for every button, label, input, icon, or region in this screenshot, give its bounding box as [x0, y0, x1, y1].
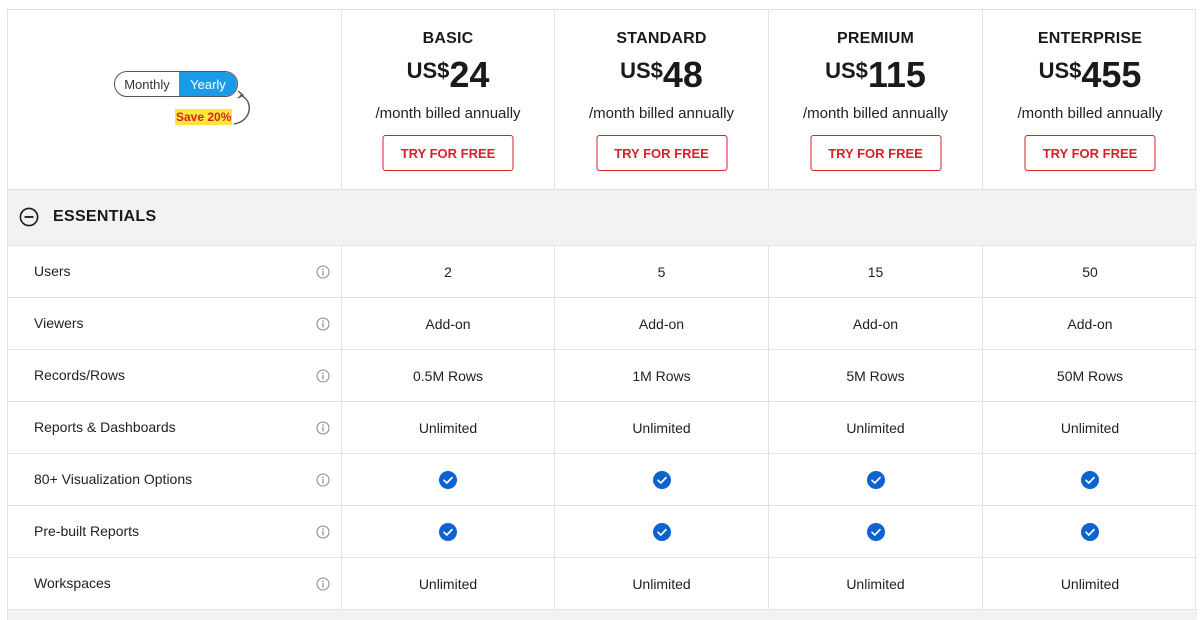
feature-label-cell: Pre-built Reports — [8, 506, 342, 558]
feature-value: Unlimited — [1060, 420, 1120, 436]
plan-standard: STANDARD US$ 48 /month billed annually T… — [555, 10, 769, 189]
info-icon[interactable] — [316, 369, 330, 388]
pricing-table: Monthly Yearly Save 20% BASIC US$ 24 /mo… — [7, 9, 1197, 620]
feature-row: Records/Rows 0.5M Rows 1M Rows 5M Rows 50M R… — [8, 350, 1197, 402]
pricing-header: Monthly Yearly Save 20% BASIC US$ 24 /mo… — [8, 10, 1197, 189]
plan-price: US$ 455 — [983, 54, 1197, 96]
feature-row: Users 2 5 15 50 — [8, 246, 1197, 298]
feature-label: Records/Rows — [34, 367, 126, 383]
feature-value: 2 — [342, 246, 555, 298]
feature-label: Workspaces — [34, 575, 111, 591]
feature-value: Add-on — [555, 298, 769, 350]
feature-label: Users — [34, 263, 71, 279]
feature-label-cell: Records/Rows — [8, 350, 342, 402]
feature-value: Unlimited — [555, 558, 769, 610]
check-circle-icon — [342, 506, 555, 558]
feature-label: Reports & Dashboards — [34, 419, 176, 435]
feature-label: 80+ Visualization Options — [34, 471, 193, 487]
check-circle-icon — [983, 506, 1197, 558]
toggle-yearly[interactable]: Yearly — [178, 72, 237, 96]
try-for-free-button[interactable]: TRY FOR FREE — [1024, 135, 1156, 171]
feature-label-cell: Reports & Dashboards — [8, 402, 342, 454]
plan-price: US$ 115 — [769, 54, 982, 96]
feature-value: 0.5M Rows — [342, 350, 555, 402]
check-circle-icon — [769, 506, 983, 558]
feature-value: 50M Rows — [1056, 368, 1124, 384]
feature-label-cell: Viewers — [8, 298, 342, 350]
feature-label: Pre-built Reports — [34, 523, 140, 539]
info-icon[interactable] — [316, 473, 330, 492]
feature-value: 50 — [1082, 264, 1098, 280]
plan-name: PREMIUM — [837, 30, 914, 47]
price-amount: 115 — [867, 54, 926, 95]
price-currency: US$ — [825, 58, 868, 83]
billing-toggle[interactable]: Monthly Yearly — [114, 71, 238, 97]
plan-price: US$ 24 — [342, 54, 554, 96]
feature-label-cell: Users — [8, 246, 342, 298]
section-essentials[interactable]: ESSENTIALS — [8, 189, 1197, 246]
plan-price: US$ 48 — [555, 54, 768, 96]
info-icon[interactable] — [316, 525, 330, 544]
curved-arrow-icon — [233, 90, 250, 125]
info-icon[interactable] — [316, 317, 330, 336]
feature-label-cell: Workspaces — [8, 558, 342, 610]
try-for-free-button[interactable]: TRY FOR FREE — [596, 135, 727, 171]
next-section-strip — [8, 610, 1197, 620]
billing-note: /month billed annually — [375, 105, 521, 122]
feature-row: Workspaces Unlimited Unlimited Unlimited Unl… — [8, 558, 1197, 610]
price-amount: 24 — [449, 54, 490, 95]
feature-label: Viewers — [34, 315, 84, 331]
billing-toggle-cell: Monthly Yearly Save 20% — [8, 10, 342, 189]
info-icon[interactable] — [316, 577, 330, 596]
feature-row: 80+ Visualization Options — [8, 454, 1197, 506]
check-circle-icon — [769, 454, 983, 506]
info-icon[interactable] — [316, 265, 330, 284]
feature-value: 5M Rows — [769, 350, 983, 402]
plan-name: BASIC — [422, 30, 474, 47]
check-circle-icon — [555, 454, 769, 506]
section-title: ESSENTIALS — [53, 208, 157, 225]
feature-value: Add-on — [1067, 316, 1113, 332]
check-circle-icon — [555, 506, 769, 558]
feature-row: Viewers Add-on Add-on Add-on Add-on — [8, 298, 1197, 350]
info-icon[interactable] — [316, 421, 330, 440]
plan-name: STANDARD — [616, 30, 707, 47]
plan-name: ENTERPRISE — [1037, 30, 1143, 47]
price-currency: US$ — [620, 58, 663, 83]
price-amount: 455 — [1081, 54, 1142, 95]
plan-basic: BASIC US$ 24 /month billed annually TRY … — [342, 10, 555, 189]
plan-enterprise: ENTERPRISE US$ 455 /month billed annuall… — [983, 10, 1197, 189]
feature-value: 5 — [555, 246, 769, 298]
save-badge: Save 20% — [175, 109, 233, 125]
billing-note: /month billed annually — [802, 105, 949, 122]
minus-circle-icon[interactable] — [19, 207, 39, 227]
feature-value: 1M Rows — [555, 350, 769, 402]
feature-value: Unlimited — [342, 558, 555, 610]
billing-note: /month billed annually — [588, 105, 735, 122]
feature-value: Unlimited — [555, 402, 769, 454]
check-circle-icon — [983, 454, 1197, 506]
feature-value: Unlimited — [342, 402, 555, 454]
billing-note: /month billed annually — [1017, 105, 1163, 122]
price-currency: US$ — [406, 58, 450, 83]
plan-premium: PREMIUM US$ 115 /month billed annually T… — [769, 10, 983, 189]
feature-row: Pre-built Reports — [8, 506, 1197, 558]
feature-value: Add-on — [769, 298, 983, 350]
price-currency: US$ — [1038, 58, 1082, 83]
price-amount: 48 — [662, 54, 703, 95]
feature-row: Reports & Dashboards Unlimited Unlimited Un… — [8, 402, 1197, 454]
feature-value: 15 — [769, 246, 983, 298]
feature-value: Add-on — [342, 298, 555, 350]
feature-label-cell: 80+ Visualization Options — [8, 454, 342, 506]
feature-value: Unlimited — [769, 402, 983, 454]
try-for-free-button[interactable]: TRY FOR FREE — [382, 135, 514, 171]
check-circle-icon — [342, 454, 555, 506]
feature-value: Unlimited — [769, 558, 983, 610]
toggle-monthly[interactable]: Monthly — [115, 72, 179, 96]
feature-value: Unlimited — [1060, 576, 1120, 592]
try-for-free-button[interactable]: TRY FOR FREE — [810, 135, 941, 171]
